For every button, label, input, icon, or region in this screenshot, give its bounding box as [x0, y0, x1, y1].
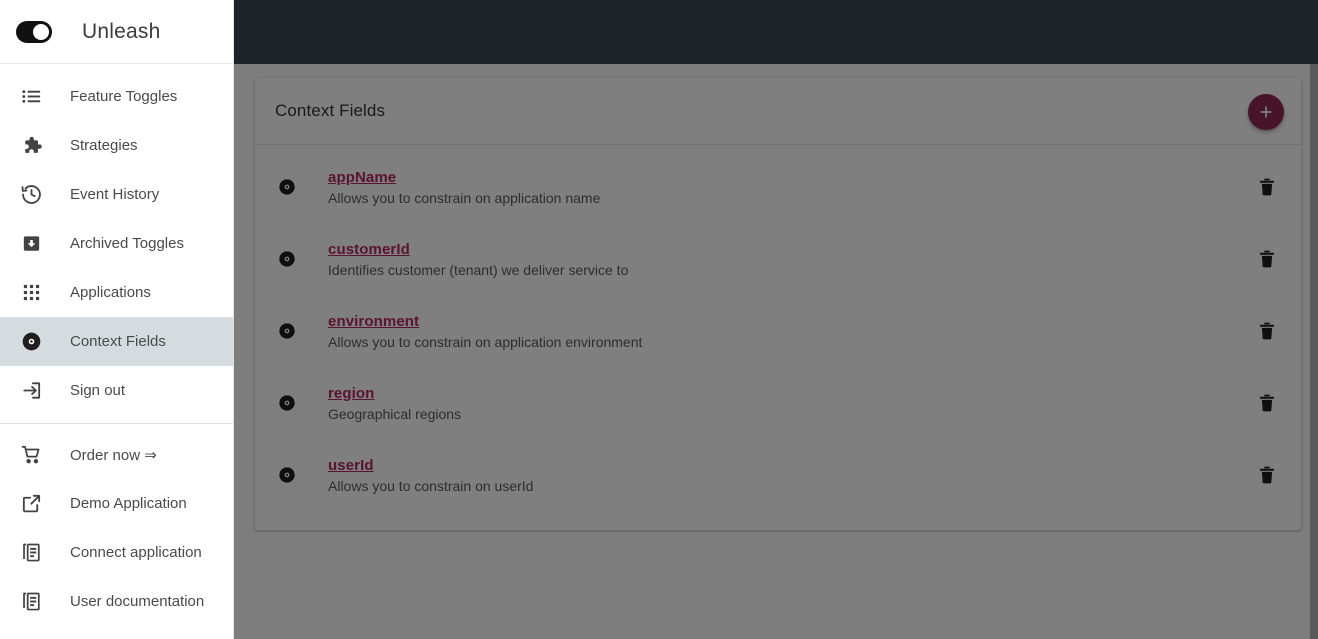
sidebar-divider [0, 423, 233, 424]
shopping-cart-icon [18, 442, 44, 468]
sidebar-item-sign-out[interactable]: Sign out [0, 366, 233, 415]
sidebar-item-archived-toggles[interactable]: Archived Toggles [0, 219, 233, 268]
sidebar-link-demo-application[interactable]: Demo Application [0, 479, 233, 528]
sidebar-link-label: Order now ⇒ [70, 446, 157, 464]
list-icon [18, 84, 44, 110]
app-root: Context Fields appNameAllows you to cons… [0, 0, 1318, 639]
sidebar-item-feature-toggles[interactable]: Feature Toggles [0, 72, 233, 121]
sign-out-icon [18, 378, 44, 404]
sidebar-item-label: Applications [70, 284, 151, 301]
sidebar-item-applications[interactable]: Applications [0, 268, 233, 317]
history-icon [18, 182, 44, 208]
documents-icon [18, 589, 44, 615]
puzzle-icon [18, 133, 44, 159]
documents-icon [18, 540, 44, 566]
modal-overlay-scrim[interactable] [234, 0, 1318, 639]
sidebar-link-connect-application[interactable]: Connect application [0, 528, 233, 577]
sidebar-item-label: Sign out [70, 382, 126, 399]
album-disc-icon [18, 329, 44, 355]
sidebar-link-order-now[interactable]: Order now ⇒ [0, 430, 233, 479]
vertical-scrollbar[interactable] [1310, 64, 1318, 639]
apps-grid-icon [18, 280, 44, 306]
brand-name: Unleash [82, 19, 161, 43]
sidebar-item-label: Event History [70, 186, 160, 203]
sidebar-secondary-nav: Order now ⇒ Demo Application Connect appli… [0, 430, 233, 626]
sidebar-primary-nav: Feature Toggles Strategies Event History Ar… [0, 64, 233, 415]
sidebar-item-label: Feature Toggles [70, 88, 178, 105]
sidebar-item-strategies[interactable]: Strategies [0, 121, 233, 170]
sidebar-item-label: Archived Toggles [70, 235, 184, 252]
brand-header: Unleash [0, 0, 233, 64]
sidebar-item-event-history[interactable]: Event History [0, 170, 233, 219]
sidebar-link-user-documentation[interactable]: User documentation [0, 577, 233, 626]
sidebar: Unleash Feature Toggles Strategies Event H… [0, 0, 234, 639]
sidebar-item-label: Context Fields [70, 333, 166, 350]
toggle-on-icon [16, 20, 52, 43]
sidebar-link-label: Connect application [70, 544, 202, 561]
sidebar-item-label: Strategies [70, 137, 138, 154]
external-link-icon [18, 491, 44, 517]
sidebar-link-label: User documentation [70, 593, 205, 610]
sidebar-item-context-fields[interactable]: Context Fields [0, 317, 233, 366]
archive-icon [18, 231, 44, 257]
sidebar-link-label: Demo Application [70, 495, 187, 512]
